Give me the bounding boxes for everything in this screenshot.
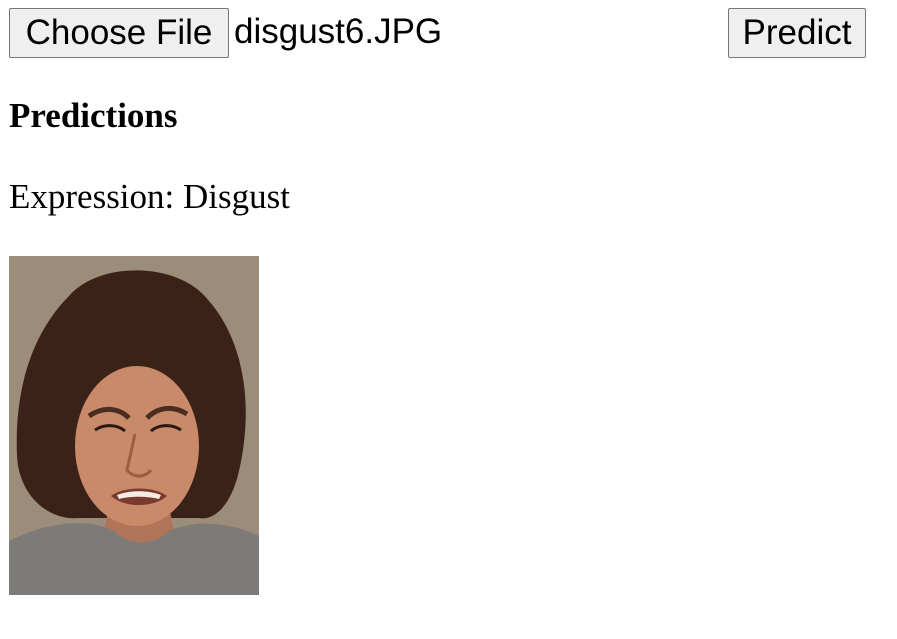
choose-file-button[interactable]: Choose File bbox=[9, 8, 229, 58]
expression-label: Expression: bbox=[9, 177, 175, 216]
face-photo bbox=[9, 256, 259, 595]
expression-result: Expression: Disgust bbox=[9, 175, 290, 219]
predictions-heading: Predictions bbox=[9, 96, 178, 135]
file-upload-form: Choose File disgust6.JPG Predict bbox=[9, 8, 866, 58]
face-photo-illustration bbox=[9, 256, 259, 595]
expression-value: Disgust bbox=[183, 177, 290, 216]
predict-button[interactable]: Predict bbox=[728, 8, 866, 58]
selected-file-name: disgust6.JPG bbox=[234, 12, 443, 51]
